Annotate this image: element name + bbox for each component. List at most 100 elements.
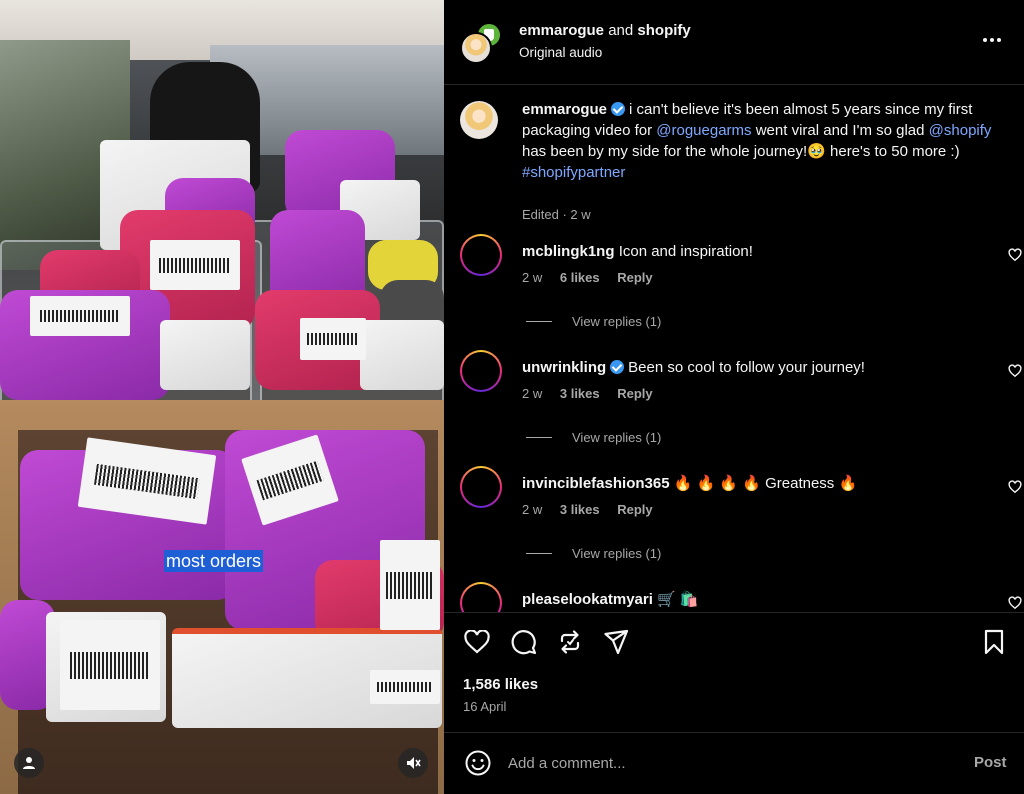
shipping-label — [30, 296, 130, 336]
user-tags-button[interactable] — [14, 748, 44, 778]
replies-line — [526, 321, 552, 322]
verified-badge-icon — [610, 360, 625, 374]
comment-item: invinciblefashion365 🔥 🔥 🔥 🔥 Greatness 🔥… — [460, 466, 1024, 582]
reply-button[interactable]: Reply — [617, 270, 652, 285]
username-link[interactable]: invinciblefashion365 — [522, 475, 670, 492]
post-header: emmarogue and shopify Original audio — [444, 0, 1024, 84]
comment-text: mcblingk1ng Icon and inspiration! — [522, 242, 753, 262]
like-button[interactable] — [463, 628, 491, 656]
mute-button[interactable] — [398, 748, 428, 778]
comment-body: 🛒 🛍️ — [657, 591, 699, 608]
avatar[interactable] — [460, 466, 502, 508]
send-icon — [604, 629, 629, 655]
caption-text: emmarogue i can't believe it's been almos… — [522, 99, 992, 183]
bookmark-icon — [984, 629, 1004, 655]
heart-icon — [1008, 480, 1022, 494]
audio-link[interactable]: Original audio — [519, 45, 602, 60]
comment-button[interactable] — [510, 628, 538, 656]
username-link[interactable]: unwrinkling — [522, 359, 606, 376]
like-comment-button[interactable] — [1008, 364, 1022, 378]
comment-icon — [511, 630, 537, 655]
joiner-text: and — [608, 22, 634, 39]
reply-button[interactable]: Reply — [617, 502, 652, 517]
comment-text: unwrinkling Been so cool to follow your j… — [522, 358, 865, 378]
more-options-button[interactable] — [982, 30, 1002, 50]
comment-likes[interactable]: 3 likes — [560, 386, 600, 401]
comments-scroll-area[interactable]: emmarogue i can't believe it's been almos… — [444, 85, 1024, 612]
like-comment-button[interactable] — [1008, 596, 1022, 610]
caption-segment: has been by my side for the whole journe… — [522, 143, 960, 160]
add-comment-bar: Post — [444, 732, 1024, 794]
shipping-label — [300, 318, 366, 360]
shipping-label — [370, 670, 440, 704]
comment-item: unwrinkling Been so cool to follow your j… — [460, 350, 1024, 466]
heart-icon — [1008, 596, 1022, 610]
comment-meta: 2 w 3 likes Reply — [522, 502, 667, 517]
username-link[interactable]: emmarogue — [522, 101, 607, 118]
post-panel: emmarogue and shopify Original audio emm… — [444, 0, 1024, 794]
emoji-icon — [465, 750, 491, 776]
comment-meta: 2 w 3 likes Reply — [522, 386, 667, 401]
comment-item: pleaselookatmyari 🛒 🛍️ — [460, 582, 1024, 612]
avatar[interactable] — [460, 582, 502, 612]
like-comment-button[interactable] — [1008, 248, 1022, 262]
emoji-picker-button[interactable] — [464, 749, 492, 777]
comment-body: Been so cool to follow your journey! — [628, 359, 865, 376]
speaker-muted-icon — [407, 757, 421, 769]
comment-body: 🔥 🔥 🔥 🔥 Greatness 🔥 — [673, 475, 858, 492]
post-actions — [444, 612, 1024, 672]
share-button[interactable] — [602, 628, 630, 656]
username-link[interactable]: emmarogue — [519, 22, 604, 39]
video-caption: most orders — [164, 550, 264, 572]
post-comment-button[interactable]: Post — [974, 754, 1007, 771]
like-comment-button[interactable] — [1008, 480, 1022, 494]
avatar — [460, 32, 492, 64]
view-replies-label: View replies (1) — [572, 314, 662, 329]
comment-time: 2 w — [522, 502, 543, 517]
more-horizontal-icon — [983, 38, 1001, 42]
heart-icon — [1008, 364, 1022, 378]
username-link[interactable]: mcblingk1ng — [522, 243, 615, 260]
comment-item: mcblingk1ng Icon and inspiration! 2 w 6 … — [460, 234, 1024, 350]
save-button[interactable] — [980, 628, 1008, 656]
comment-body: Icon and inspiration! — [618, 243, 753, 260]
caption-segment: went viral and I'm so glad — [751, 122, 929, 139]
repost-button[interactable] — [556, 628, 584, 656]
username-link[interactable]: shopify — [637, 22, 690, 39]
avatar[interactable] — [460, 234, 502, 276]
username-link[interactable]: pleaselookatmyari — [522, 591, 653, 608]
mention-link[interactable]: @shopify — [929, 122, 992, 139]
post-date[interactable]: 16 April — [463, 699, 506, 714]
mention-link[interactable]: @roguegarms — [656, 122, 751, 139]
view-replies-button[interactable]: View replies (1) — [526, 546, 661, 561]
comment-time: 2 w — [522, 386, 543, 401]
user-icon — [23, 757, 35, 769]
package — [360, 320, 444, 390]
shipping-label — [60, 620, 160, 710]
post-media[interactable]: most orders — [0, 0, 444, 794]
avatar[interactable] — [460, 350, 502, 392]
verified-badge-icon — [611, 102, 626, 116]
shipping-label — [150, 240, 240, 290]
comment-likes[interactable]: 6 likes — [560, 270, 600, 285]
likes-count[interactable]: 1,586 likes — [463, 676, 538, 693]
comment-time: 2 w — [522, 270, 543, 285]
view-replies-label: View replies (1) — [572, 430, 662, 445]
collab-avatars[interactable] — [460, 22, 502, 64]
comment-likes[interactable]: 3 likes — [560, 502, 600, 517]
heart-icon — [464, 630, 490, 654]
avatar[interactable] — [460, 101, 498, 139]
view-replies-label: View replies (1) — [572, 546, 662, 561]
view-replies-button[interactable]: View replies (1) — [526, 430, 661, 445]
replies-line — [526, 437, 552, 438]
shipping-label — [380, 540, 440, 630]
collab-usernames: emmarogue and shopify — [519, 22, 691, 39]
comment-text: pleaselookatmyari 🛒 🛍️ — [522, 590, 699, 610]
replies-line — [526, 553, 552, 554]
view-replies-button[interactable]: View replies (1) — [526, 314, 661, 329]
comment-text: invinciblefashion365 🔥 🔥 🔥 🔥 Greatness 🔥 — [522, 474, 857, 494]
hashtag-link[interactable]: #shopifypartner — [522, 164, 625, 181]
reply-button[interactable]: Reply — [617, 386, 652, 401]
heart-icon — [1008, 248, 1022, 262]
comment-input[interactable] — [508, 750, 948, 776]
